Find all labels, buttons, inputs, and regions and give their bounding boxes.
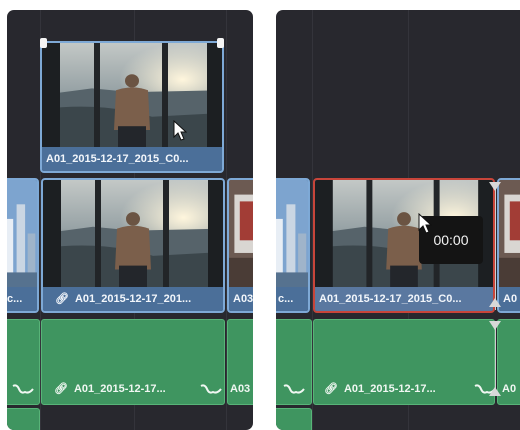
clip-thumbnail-image [499,180,520,287]
audio-waveform-icon [12,384,34,394]
clip-name: A01_2015-12-17_2015_C0... [315,287,493,311]
trim-handle-right[interactable] [217,38,224,48]
lifted-video-clip[interactable]: A01_2015-12-17_2015_C0... [40,41,224,173]
trim-handle-left[interactable] [40,38,47,48]
audio-clip-name: A01_2015-12-17... [343,383,436,395]
audio-clip[interactable]: 🔗︎ A01_2015-12-17... [41,319,225,405]
audio-clip-name: A03 [230,383,251,395]
timeline-panel-right: c... A01_2015-12-17_2015_C0... A0 🔗︎ A01_… [276,10,520,430]
clip-thumbnail-image [43,180,223,287]
mouse-pointer-icon [173,120,187,141]
audio-clip-name: A0 [502,383,517,395]
audio-clip[interactable]: 🔗︎ A01_2015-12-17... [313,319,495,405]
clip-name: A01_2015-12-17_2015_C0... [42,147,222,171]
video-clip-previous[interactable]: c... [7,178,39,313]
clip-thumbnail-image [42,43,222,147]
audio-clip-previous[interactable] [7,319,40,405]
clip-thumbnail [276,180,308,287]
triangle-marker-icon[interactable] [489,298,501,307]
mouse-pointer-icon [418,213,432,234]
triangle-marker-icon[interactable] [489,387,501,396]
video-clip-next[interactable]: A03 [227,178,253,313]
audio-waveform-icon [200,384,222,394]
link-icon: 🔗︎ [55,293,69,305]
timeline-panel-left: A01_2015-12-17_2015_C0... c... 🔗︎ A01_201… [7,10,253,430]
clip-name: A0 [499,287,520,311]
clip-thumbnail [229,180,253,287]
audio-track-2-clip[interactable] [276,408,312,430]
triangle-marker-icon[interactable] [489,182,501,191]
clip-name: A03 [229,287,253,311]
trim-edit-line[interactable] [495,182,496,310]
clip-thumbnail [7,180,37,287]
audio-clip-label: 🔗︎ A01_2015-12-17... [324,378,494,400]
clip-name-row: 🔗︎ A01_2015-12-17_201... [43,287,223,311]
link-icon: 🔗︎ [324,383,338,395]
audio-clip-name: A01_2015-12-17... [73,383,166,395]
clip-thumbnail-image [229,180,253,287]
video-clip-next[interactable]: A0 [497,178,520,313]
clip-name: A01_2015-12-17_201... [74,293,192,305]
link-icon: 🔗︎ [54,383,68,395]
clip-name: c... [276,287,308,311]
clip-thumbnail-image [276,180,308,287]
clip-thumbnail [43,180,223,287]
audio-clip-previous[interactable] [276,319,312,405]
video-clip-previous[interactable]: c... [276,178,310,313]
triangle-marker-icon[interactable] [489,321,501,330]
video-clip[interactable]: 🔗︎ A01_2015-12-17_201... [41,178,225,313]
clip-thumbnail [499,180,520,287]
audio-waveform-icon [283,384,305,394]
audio-clip-next[interactable]: A03 [227,319,253,405]
trim-edit-line-audio[interactable] [495,324,496,395]
audio-clip-label: 🔗︎ A01_2015-12-17... [54,378,224,400]
audio-track-2-clip[interactable] [7,408,40,430]
clip-thumbnail [42,43,222,147]
clip-thumbnail-image [7,180,37,287]
clip-name: c... [7,287,37,311]
